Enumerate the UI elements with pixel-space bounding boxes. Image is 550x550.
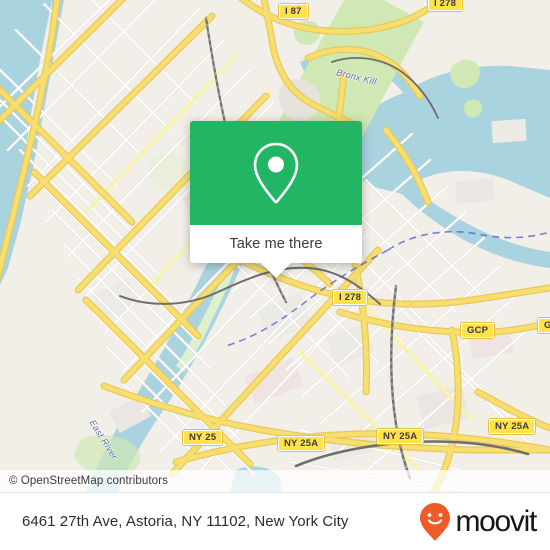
shield-i-278-north: I 278 [426,0,464,12]
shield-ny-25a-mid: NY 25A [375,428,425,445]
map-canvas[interactable]: Bronx Kill East River I 87 I 278 I 278 G… [0,0,550,492]
address-label: 6461 27th Ave, Astoria, NY 11102, New Yo… [22,513,349,530]
map-pin-icon [253,142,299,204]
map-attribution: © OpenStreetMap contributors [0,470,550,492]
moovit-wordmark: moovit [455,504,537,538]
attribution-text: © OpenStreetMap contributors [9,475,168,487]
shield-gcp: GCP [459,322,496,339]
shield-i-278: I 278 [331,289,369,306]
shield-i-87: I 87 [278,3,309,20]
popup-tail [260,262,292,278]
popup-action-bar[interactable]: Take me there [190,225,362,278]
take-me-there-label: Take me there [229,236,323,252]
popup-pin-panel [190,121,362,225]
map-screenshot: Bronx Kill East River I 87 I 278 I 278 G… [0,0,550,550]
admin-boundary [387,230,550,251]
shield-ny-25: NY 25 [181,429,224,446]
moovit-logo[interactable]: moovit [418,502,537,542]
shield-gcp-edge: GCP [536,317,550,334]
destination-popup-card[interactable]: Take me there [190,121,362,278]
bottom-info-bar: 6461 27th Ave, Astoria, NY 11102, New Yo… [0,492,550,550]
shield-ny-25a-left: NY 25A [276,435,326,452]
shield-ny-25a-right: NY 25A [487,418,537,435]
moovit-smiley-pin-icon [420,502,451,540]
